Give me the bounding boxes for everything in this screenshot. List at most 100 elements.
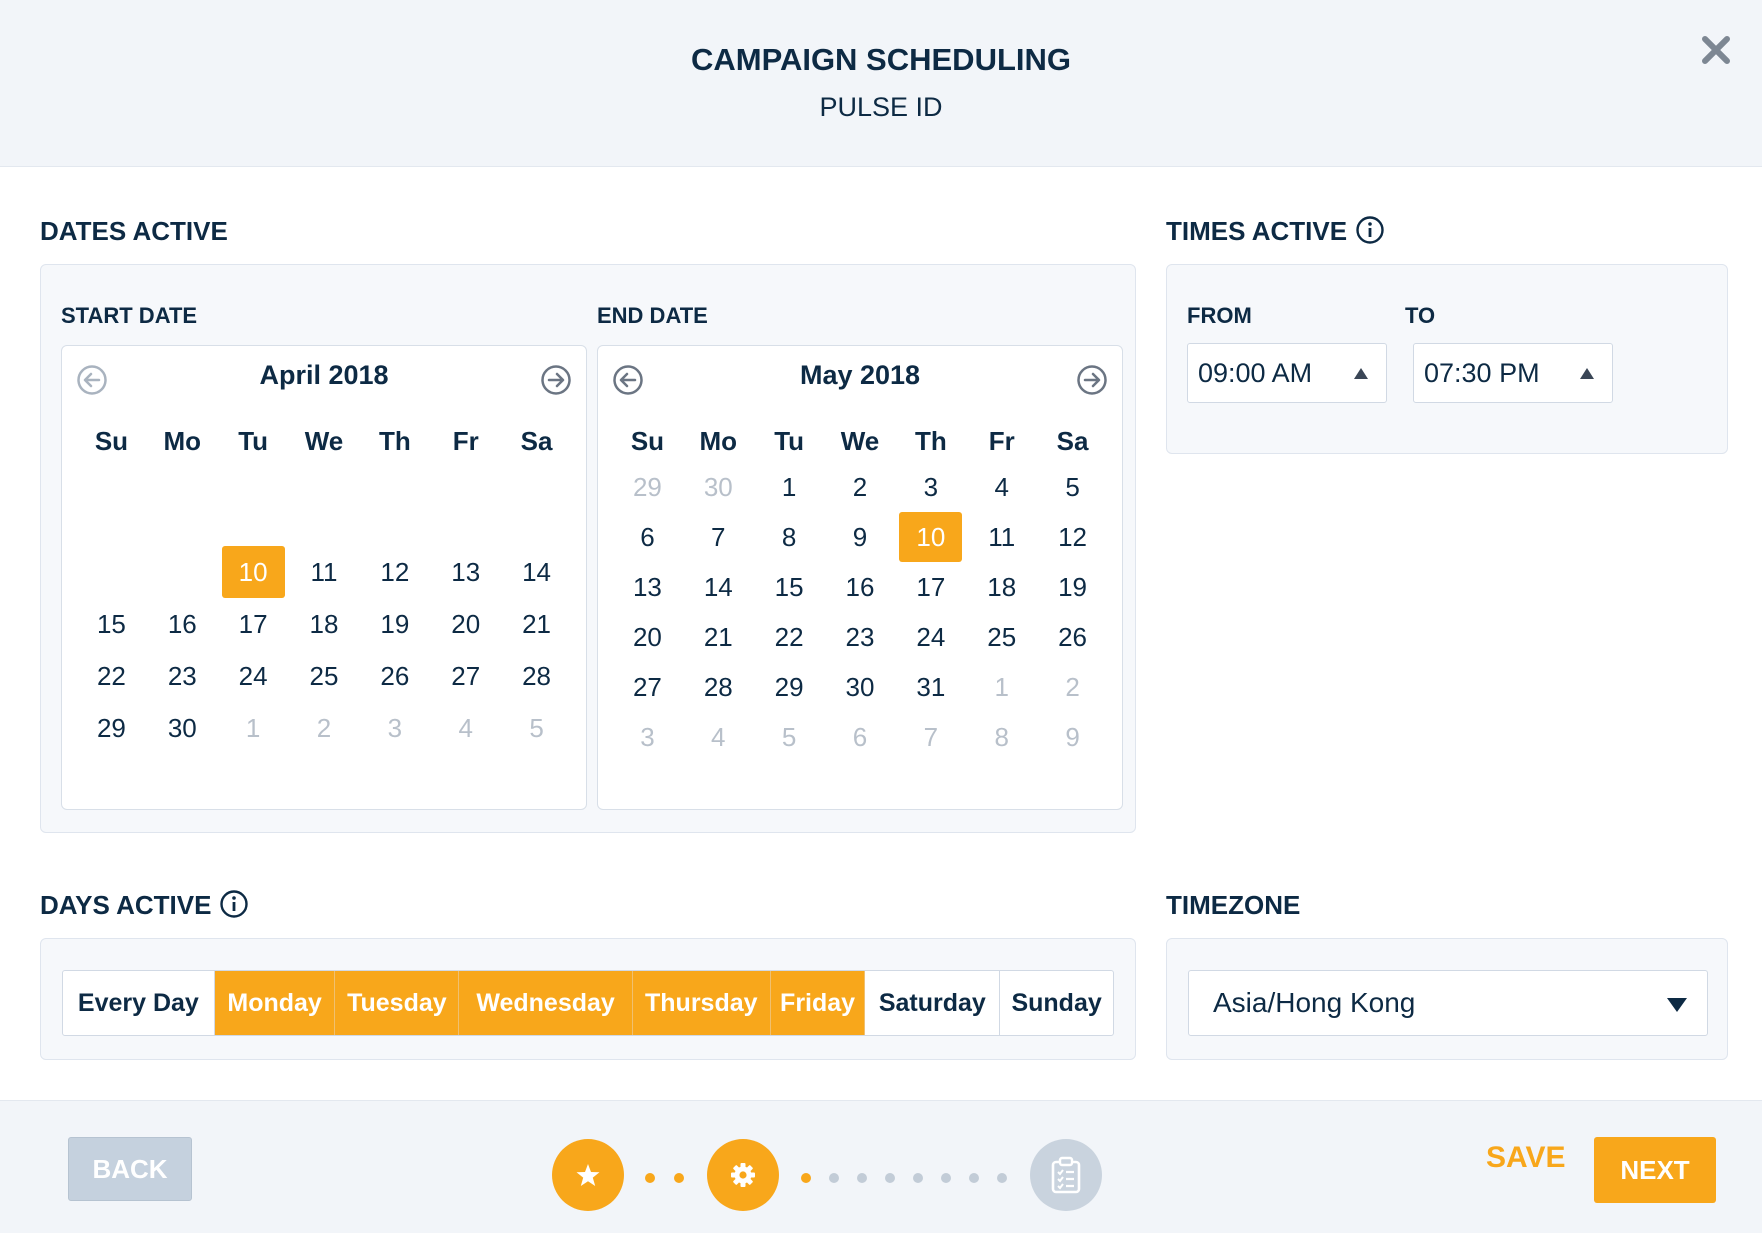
calendar-day[interactable]: 19 — [363, 598, 426, 650]
caret-up-icon[interactable] — [1580, 368, 1594, 379]
calendar-day[interactable]: 12 — [1041, 512, 1104, 562]
calendar-day[interactable]: 1 — [758, 462, 821, 512]
step-1-indicator[interactable] — [552, 1139, 624, 1211]
next-button[interactable]: NEXT — [1594, 1137, 1716, 1203]
calendar-day[interactable]: 2 — [829, 462, 892, 512]
day-toggle-wednesday[interactable]: Wednesday — [459, 971, 633, 1035]
weekday-label: Fr — [452, 426, 479, 456]
calendar-day[interactable]: 18 — [293, 598, 356, 650]
day-toggle-thursday[interactable]: Thursday — [632, 971, 771, 1035]
calendar-day[interactable]: 18 — [970, 562, 1033, 612]
step-3-indicator[interactable] — [1030, 1139, 1102, 1211]
step-2-indicator[interactable] — [707, 1139, 779, 1211]
calendar-day[interactable]: 9 — [1041, 712, 1104, 762]
calendar-day[interactable]: 20 — [434, 598, 497, 650]
calendar-day[interactable]: 4 — [434, 702, 497, 754]
calendar-day[interactable]: 29 — [616, 462, 679, 512]
calendar-day[interactable]: 1 — [970, 662, 1033, 712]
day-toggle-saturday[interactable]: Saturday — [865, 971, 1001, 1035]
calendar-day[interactable]: 9 — [829, 512, 892, 562]
start-date-grid: 10 11 12 13 14 15 16 17 18 19 20 21 22 23 24 25 26 27 28 29… — [76, 546, 572, 754]
calendar-day[interactable]: 23 — [151, 650, 214, 702]
day-toggle-sunday[interactable]: Sunday — [1000, 971, 1113, 1035]
calendar-day[interactable]: 28 — [505, 650, 568, 702]
day-toggle-every-day[interactable]: Every Day — [63, 971, 215, 1035]
calendar-day[interactable]: 6 — [829, 712, 892, 762]
info-icon[interactable] — [1355, 215, 1385, 245]
calendar-day[interactable]: 25 — [970, 612, 1033, 662]
calendar-day[interactable]: 13 — [616, 562, 679, 612]
calendar-day[interactable]: 14 — [687, 562, 750, 612]
calendar-day[interactable]: 7 — [899, 712, 962, 762]
calendar-day[interactable]: 26 — [1041, 612, 1104, 662]
calendar-day[interactable]: 8 — [758, 512, 821, 562]
calendar-day[interactable]: 22 — [80, 650, 143, 702]
calendar-day[interactable]: 27 — [434, 650, 497, 702]
timezone-select[interactable]: Asia/Hong Kong — [1188, 970, 1708, 1036]
day-toggle-monday[interactable]: Monday — [214, 971, 336, 1035]
calendar-day[interactable]: 31 — [899, 662, 962, 712]
calendar-day[interactable]: 30 — [151, 702, 214, 754]
calendar-day[interactable]: 2 — [1041, 662, 1104, 712]
calendar-day[interactable]: 3 — [616, 712, 679, 762]
calendar-day[interactable]: 26 — [363, 650, 426, 702]
back-button[interactable]: BACK — [68, 1137, 192, 1201]
calendar-day[interactable]: 24 — [899, 612, 962, 662]
progress-dot — [941, 1173, 951, 1183]
calendar-day[interactable]: 12 — [363, 546, 426, 598]
calendar-day[interactable]: 5 — [505, 702, 568, 754]
calendar-day[interactable]: 16 — [829, 562, 892, 612]
calendar-day-selected[interactable]: 10 — [899, 512, 963, 562]
calendar-day[interactable]: 30 — [829, 662, 892, 712]
calendar-day[interactable]: 11 — [293, 546, 356, 598]
calendar-day[interactable]: 2 — [293, 702, 356, 754]
calendar-day[interactable]: 4 — [687, 712, 750, 762]
calendar-day[interactable]: 15 — [758, 562, 821, 612]
calendar-day[interactable]: 13 — [434, 546, 497, 598]
day-toggle-friday[interactable]: Friday — [770, 971, 866, 1035]
calendar-day[interactable]: 25 — [293, 650, 356, 702]
calendar-day[interactable]: 19 — [1041, 562, 1104, 612]
calendar-day[interactable]: 5 — [758, 712, 821, 762]
calendar-day[interactable]: 20 — [616, 612, 679, 662]
calendar-day[interactable]: 5 — [1041, 462, 1104, 512]
calendar-day[interactable]: 16 — [151, 598, 214, 650]
calendar-day[interactable]: 1 — [222, 702, 285, 754]
calendar-day[interactable]: 23 — [829, 612, 892, 662]
gear-icon — [731, 1163, 755, 1187]
chevron-down-icon[interactable] — [1667, 998, 1687, 1012]
calendar-day[interactable]: 22 — [758, 612, 821, 662]
calendar-day[interactable]: 30 — [687, 462, 750, 512]
day-toggle-tuesday[interactable]: Tuesday — [335, 971, 460, 1035]
calendar-day[interactable]: 24 — [222, 650, 285, 702]
caret-up-icon[interactable] — [1354, 368, 1368, 379]
calendar-day[interactable]: 4 — [970, 462, 1033, 512]
calendar-day[interactable]: 17 — [222, 598, 285, 650]
calendar-day[interactable]: 6 — [616, 512, 679, 562]
next-month-icon[interactable] — [540, 364, 572, 396]
calendar-day[interactable]: 21 — [687, 612, 750, 662]
to-time-field[interactable]: 07:30 PM — [1413, 343, 1613, 403]
calendar-day[interactable]: 28 — [687, 662, 750, 712]
calendar-day[interactable]: 8 — [970, 712, 1033, 762]
times-active-label: TIMES ACTIVE — [1166, 216, 1385, 247]
calendar-day[interactable]: 21 — [505, 598, 568, 650]
calendar-day[interactable]: 29 — [80, 702, 143, 754]
calendar-day[interactable]: 17 — [899, 562, 962, 612]
calendar-day[interactable]: 11 — [970, 512, 1033, 562]
calendar-day[interactable]: 3 — [899, 462, 962, 512]
close-icon[interactable] — [1696, 30, 1736, 70]
save-button[interactable]: SAVE — [1486, 1141, 1565, 1175]
next-month-icon[interactable] — [1076, 364, 1108, 396]
calendar-day[interactable]: 15 — [80, 598, 143, 650]
calendar-day[interactable]: 27 — [616, 662, 679, 712]
calendar-day[interactable]: 29 — [758, 662, 821, 712]
from-time-field[interactable]: 09:00 AM — [1187, 343, 1387, 403]
calendar-day[interactable]: 7 — [687, 512, 750, 562]
modal-title: CAMPAIGN SCHEDULING — [690, 42, 1072, 77]
calendar-day[interactable]: 14 — [505, 546, 568, 598]
from-time-value: 09:00 AM — [1198, 358, 1313, 388]
calendar-day[interactable]: 3 — [363, 702, 426, 754]
calendar-day-selected[interactable]: 10 — [221, 546, 285, 598]
info-icon[interactable] — [219, 889, 249, 919]
